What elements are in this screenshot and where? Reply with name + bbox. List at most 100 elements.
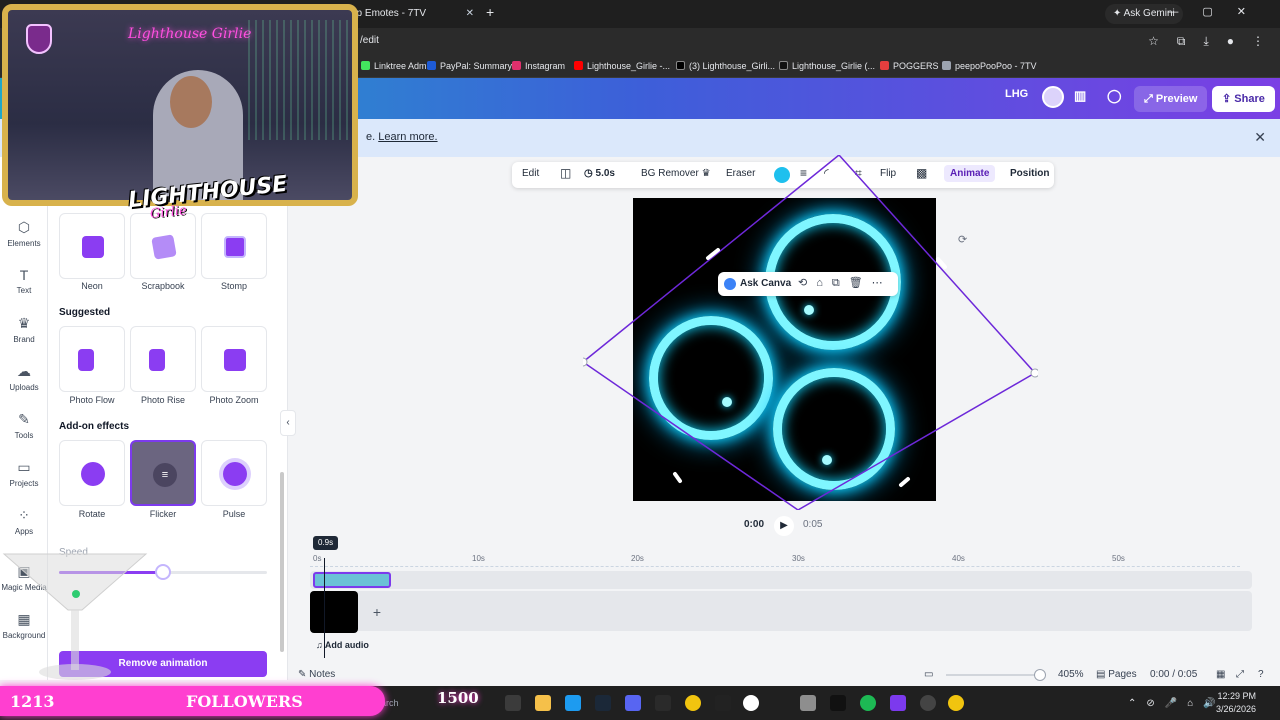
bookmark-star-icon[interactable]: ☆	[1148, 34, 1159, 49]
pages-button[interactable]: ▤ Pages	[1096, 669, 1137, 680]
close-tab-icon[interactable]: ✕	[466, 2, 474, 26]
close-icon[interactable]: ✕	[1254, 129, 1266, 146]
menu-icon[interactable]: ⋮	[1252, 34, 1264, 49]
notes-button[interactable]: ✎ Notes	[298, 669, 335, 680]
spotify-icon[interactable]	[860, 695, 876, 711]
bookmark-item[interactable]: (3) Lighthouse_Girli...	[676, 61, 775, 71]
anim-photo-flow-tile[interactable]	[59, 326, 125, 392]
context-actions[interactable]: ⟲⌂⧉🗑⋯	[798, 276, 892, 290]
flip-compare-icon[interactable]: ◫	[560, 166, 571, 180]
team-label[interactable]: LHG	[1005, 88, 1028, 100]
bookmark-item[interactable]: Lighthouse_Girlie -...	[574, 61, 670, 71]
url-field[interactable]: /edit	[360, 35, 379, 46]
collapse-panel-button[interactable]: ‹	[280, 410, 296, 436]
bookmark-item[interactable]: Lighthouse_Girlie (...	[779, 61, 875, 71]
fullscreen-icon[interactable]: ⤢	[1236, 669, 1244, 680]
clock[interactable]: 12:29 PM 3/26/2026	[1216, 690, 1256, 716]
browser-tab[interactable]: Top Emotes - 7TV ✕	[340, 2, 480, 26]
bookmark-item[interactable]: Linktree Admin	[361, 61, 434, 71]
text-icon: T	[19, 267, 29, 283]
steam-icon[interactable]	[595, 695, 611, 711]
nav-uploads[interactable]: ☁ Uploads	[0, 363, 48, 392]
speed-slider-thumb[interactable]	[155, 564, 171, 580]
streamer-head	[170, 76, 212, 128]
extensions-icon[interactable]: ⧉	[1177, 34, 1186, 49]
anim-photo-zoom-tile[interactable]	[201, 326, 267, 392]
anim-flicker-tile[interactable]: ≡	[130, 440, 196, 506]
page-track	[310, 591, 1252, 631]
anim-pulse-tile[interactable]	[201, 440, 267, 506]
nav-projects[interactable]: ▭ Projects	[0, 459, 48, 488]
profile-icon[interactable]: ●	[1227, 34, 1234, 49]
timeline: 0.9s 0s 10s 20s 30s 40s 50s + ♫ Add audi…	[296, 536, 1280, 660]
panel-scrollbar[interactable]	[280, 472, 284, 652]
chrome-icon[interactable]	[948, 695, 964, 711]
element-track[interactable]	[310, 571, 1252, 589]
anim-stomp-tile[interactable]	[201, 213, 267, 279]
anim-scrapbook-tile[interactable]	[130, 213, 196, 279]
playhead[interactable]	[324, 558, 325, 658]
task-view-icon[interactable]	[505, 695, 521, 711]
zoom-slider[interactable]	[946, 674, 1042, 676]
bookmark-item[interactable]: peepoPooPoo - 7TV	[942, 61, 1037, 71]
timeline-tick: 20s	[631, 554, 644, 563]
play-icon[interactable]: ▶	[774, 516, 794, 536]
edit-button[interactable]: Edit	[522, 168, 539, 179]
grid-view-icon[interactable]: ▦	[1216, 669, 1225, 680]
string-lights	[248, 20, 348, 140]
zoom-level[interactable]: 405%	[1058, 669, 1084, 680]
anim-rotate-tile[interactable]	[59, 440, 125, 506]
app-icon[interactable]	[715, 695, 731, 711]
rotate-icon[interactable]: ⟳	[958, 233, 967, 246]
epic-games-icon[interactable]	[655, 695, 671, 711]
obs-icon[interactable]	[920, 695, 936, 711]
window-controls[interactable]: —▢✕	[1167, 5, 1270, 18]
system-tray[interactable]: ⌃⊘🎤⌂🔊	[1128, 698, 1226, 709]
resize-handle	[583, 357, 588, 367]
rotate-preview-icon	[81, 462, 105, 486]
anim-photo-rise-tile[interactable]	[130, 326, 196, 392]
insights-icon[interactable]: ▥	[1074, 88, 1086, 104]
capcut-icon[interactable]	[830, 695, 846, 711]
app-icon[interactable]	[890, 695, 906, 711]
zoom-slider-thumb[interactable]	[1034, 669, 1046, 681]
nav-text[interactable]: T Text	[0, 267, 48, 295]
help-icon[interactable]: ?	[1258, 669, 1264, 680]
nav-brand[interactable]: ♛ Brand	[0, 315, 48, 344]
discord-icon[interactable]	[625, 695, 641, 711]
preview-button[interactable]: ⤢ Preview	[1134, 86, 1208, 112]
bookmark-item[interactable]: POGGERS	[880, 61, 939, 71]
nav-apps[interactable]: ⁘ Apps	[0, 507, 48, 536]
learn-more-link[interactable]: Learn more.	[378, 131, 437, 143]
ask-canva-menu: Ask Canva ⟲⌂⧉🗑⋯	[718, 272, 898, 296]
new-tab-icon[interactable]: +	[486, 4, 494, 20]
bookmark-item[interactable]: PayPal: Summary	[427, 61, 512, 71]
photo-flow-preview-icon	[78, 349, 94, 371]
stomp-preview-icon	[224, 236, 246, 258]
file-explorer-icon[interactable]	[535, 695, 551, 711]
bookmark-item[interactable]: Instagram	[512, 61, 565, 71]
nav-elements[interactable]: ⬡ Elements	[0, 219, 48, 248]
comment-icon[interactable]: ◯	[1107, 88, 1122, 104]
nav-tools[interactable]: ✎ Tools	[0, 411, 48, 440]
avatar[interactable]	[1042, 86, 1064, 108]
time-badge: 0.9s	[313, 536, 339, 550]
add-page-button[interactable]: +	[366, 602, 388, 624]
chrome-icon[interactable]	[685, 695, 701, 711]
download-icon[interactable]: ⤓	[1203, 34, 1208, 49]
apps-icon: ⁘	[18, 507, 30, 523]
timeline-tick: 30s	[792, 554, 805, 563]
folder-icon: ▭	[17, 459, 31, 475]
edge-icon[interactable]	[565, 695, 581, 711]
ask-canva-button[interactable]: Ask Canva	[740, 278, 791, 289]
clock-time: 12:29 PM	[1217, 691, 1256, 701]
media-player-icon[interactable]	[743, 695, 759, 711]
view-icon[interactable]: ▭	[924, 669, 933, 680]
calculator-icon[interactable]	[800, 695, 816, 711]
anim-neon-tile[interactable]	[59, 213, 125, 279]
selection-box[interactable]	[583, 155, 1038, 510]
share-button[interactable]: ⇪ Share	[1212, 86, 1275, 112]
page-thumbnail[interactable]	[310, 591, 358, 633]
photo-zoom-preview-icon	[224, 349, 246, 371]
tile-label: Photo Flow	[69, 395, 115, 405]
